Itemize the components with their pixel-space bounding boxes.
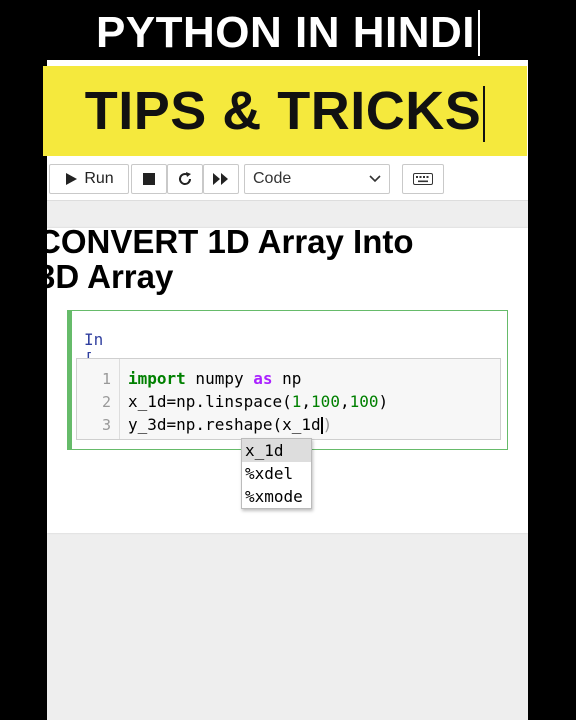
code-editor[interactable]: 1 2 3 import numpy as np x_1d=np.linspac…	[76, 358, 501, 440]
restart-icon	[179, 172, 192, 185]
title-banner: TIPS & TRICKS	[43, 66, 527, 156]
line-number-gutter: 1 2 3	[77, 359, 120, 439]
text-caret	[478, 10, 481, 56]
banner-title: TIPS & TRICKS	[84, 80, 482, 141]
banner-text: TIPS & TRICKS	[85, 80, 486, 143]
command-palette-button[interactable]	[402, 164, 444, 194]
autocomplete-option[interactable]: x_1d	[242, 439, 311, 462]
run-all-button[interactable]	[203, 164, 239, 194]
line-number: 1	[101, 370, 111, 388]
keyboard-icon	[413, 173, 433, 185]
line-number: 3	[101, 416, 111, 434]
run-label: Run	[84, 170, 114, 187]
stop-icon	[143, 173, 155, 185]
text-caret	[483, 86, 486, 143]
frame-edge	[528, 60, 576, 720]
run-button[interactable]: Run	[49, 164, 129, 194]
play-icon	[66, 173, 78, 185]
interrupt-button[interactable]	[131, 164, 167, 194]
video-title-line1: PYTHON IN HINDI	[0, 0, 576, 66]
video-title-text: PYTHON IN HINDI	[95, 8, 476, 57]
markdown-heading: CONVERT 1D Array Into 3D Array	[37, 223, 414, 295]
cell-type-select[interactable]: Code	[244, 164, 390, 194]
fast-forward-icon	[213, 173, 228, 185]
code-line-3: y_3d=np.reshape(x_1d)	[128, 415, 333, 434]
autocomplete-dropdown: x_1d %xdel %xmode	[241, 438, 312, 509]
cell-type-value: Code	[253, 170, 292, 187]
code-line-1: import numpy as np	[128, 369, 302, 388]
autocomplete-option[interactable]: %xmode	[242, 485, 311, 508]
line-number: 2	[101, 393, 111, 411]
restart-button[interactable]	[167, 164, 203, 194]
code-line-2: x_1d=np.linspace(1,100,100)	[128, 392, 389, 411]
autocomplete-option[interactable]: %xdel	[242, 462, 311, 485]
chevron-down-icon	[369, 175, 381, 183]
